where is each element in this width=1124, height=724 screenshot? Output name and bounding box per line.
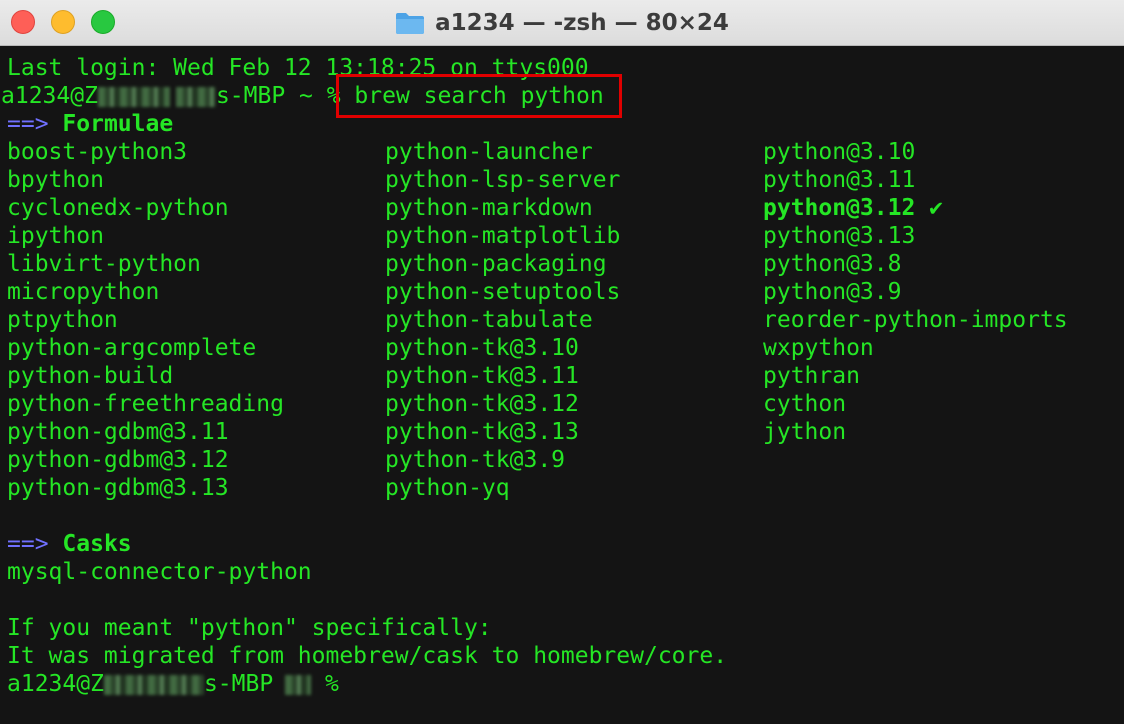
formula-item: boost-python3 <box>7 139 188 165</box>
formulae-arrow: ==> <box>7 111 49 137</box>
note-line-2: It was migrated from homebrew/cask to ho… <box>7 643 728 669</box>
formula-item: micropython <box>7 279 160 305</box>
formula-item: python-matplotlib <box>385 223 621 249</box>
formulae-column-1: boost-python3 bpython cyclonedx-python ipyt… <box>7 138 284 502</box>
final-prompt-user: a1234@Z <box>7 671 104 697</box>
terminal-content[interactable]: Last login: Wed Feb 12 13:18:25 on ttys0… <box>0 46 1124 724</box>
redacted-name <box>97 86 170 107</box>
formula-item: jython <box>763 419 847 445</box>
title-bar[interactable]: a1234 — -zsh — 80×24 <box>0 0 1124 46</box>
formula-item: python@3.11 <box>763 167 916 193</box>
formula-item: ptpython <box>7 307 118 333</box>
formulae-column-2: python-launcher python-lsp-server python-m… <box>385 138 620 502</box>
note-line-1: If you meant "python" specifically: <box>7 615 492 641</box>
final-prompt-host: s-MBP <box>203 671 274 697</box>
redacted-name-final <box>103 674 204 695</box>
formula-item: reorder-python-imports <box>763 307 1068 333</box>
window-title: a1234 — -zsh — 80×24 <box>435 10 729 36</box>
formula-item: python@3.8 <box>763 251 902 277</box>
casks-arrow: ==> <box>7 531 49 557</box>
title-group: a1234 — -zsh — 80×24 <box>0 0 1124 46</box>
formula-item: python@3.10 <box>763 139 916 165</box>
prompt-user: a1234@Z <box>1 83 98 109</box>
formula-item: python-tabulate <box>385 307 593 333</box>
formula-item: python-launcher <box>385 139 593 165</box>
formula-item: libvirt-python <box>7 251 201 277</box>
formulae-heading: Formulae <box>62 111 174 137</box>
formulae-heading-line: ==> Formulae <box>7 110 173 138</box>
command-highlight-box <box>336 74 622 118</box>
formula-item: cyclonedx-python <box>7 195 229 221</box>
formula-item: python-setuptools <box>385 279 621 305</box>
formula-item: wxpython <box>763 335 874 361</box>
formula-item: ipython <box>7 223 104 249</box>
formula-item: python-freethreading <box>7 391 284 417</box>
folder-icon <box>395 11 425 35</box>
formula-item: python-yq <box>385 475 510 501</box>
formula-item: python-packaging <box>385 251 607 277</box>
formula-item: python-lsp-server <box>385 167 621 193</box>
formula-item: python-gdbm@3.13 <box>7 475 229 501</box>
casks-heading-line: ==> Casks <box>7 530 132 558</box>
redacted-path <box>285 674 312 695</box>
terminal-window: a1234 — -zsh — 80×24 Last login: Wed Feb… <box>0 0 1124 724</box>
formula-item: cython <box>763 391 847 417</box>
formulae-column-3: python@3.10 python@3.11 python@3.12 ✔ pytho… <box>763 138 1068 446</box>
cask-item: mysql-connector-python <box>7 559 312 585</box>
formula-item: python-tk@3.9 <box>385 447 566 473</box>
prompt-host: s-MBP ~ % <box>215 83 355 109</box>
formula-item: python-gdbm@3.11 <box>7 419 229 445</box>
formula-item: python@3.9 <box>763 279 902 305</box>
formula-item: python-tk@3.13 <box>385 419 579 445</box>
formula-item: python-tk@3.10 <box>385 335 579 361</box>
formula-item: python-tk@3.11 <box>385 363 579 389</box>
installed-formula-item: python@3.12 ✔ <box>763 195 944 221</box>
redacted-name-2 <box>175 86 216 107</box>
formula-item: python-gdbm@3.12 <box>7 447 229 473</box>
casks-heading: Casks <box>62 531 132 557</box>
formula-item: bpython <box>7 167 104 193</box>
final-prompt-line[interactable]: a1234@Z s-MBP % <box>7 670 339 698</box>
formula-item: pythran <box>763 363 860 389</box>
formula-item: python-markdown <box>385 195 593 221</box>
formula-item: python-build <box>7 363 174 389</box>
formula-item: python-tk@3.12 <box>385 391 579 417</box>
final-prompt-end: % <box>311 671 339 697</box>
formula-item: python-argcomplete <box>7 335 257 361</box>
formula-item: python@3.13 <box>763 223 916 249</box>
